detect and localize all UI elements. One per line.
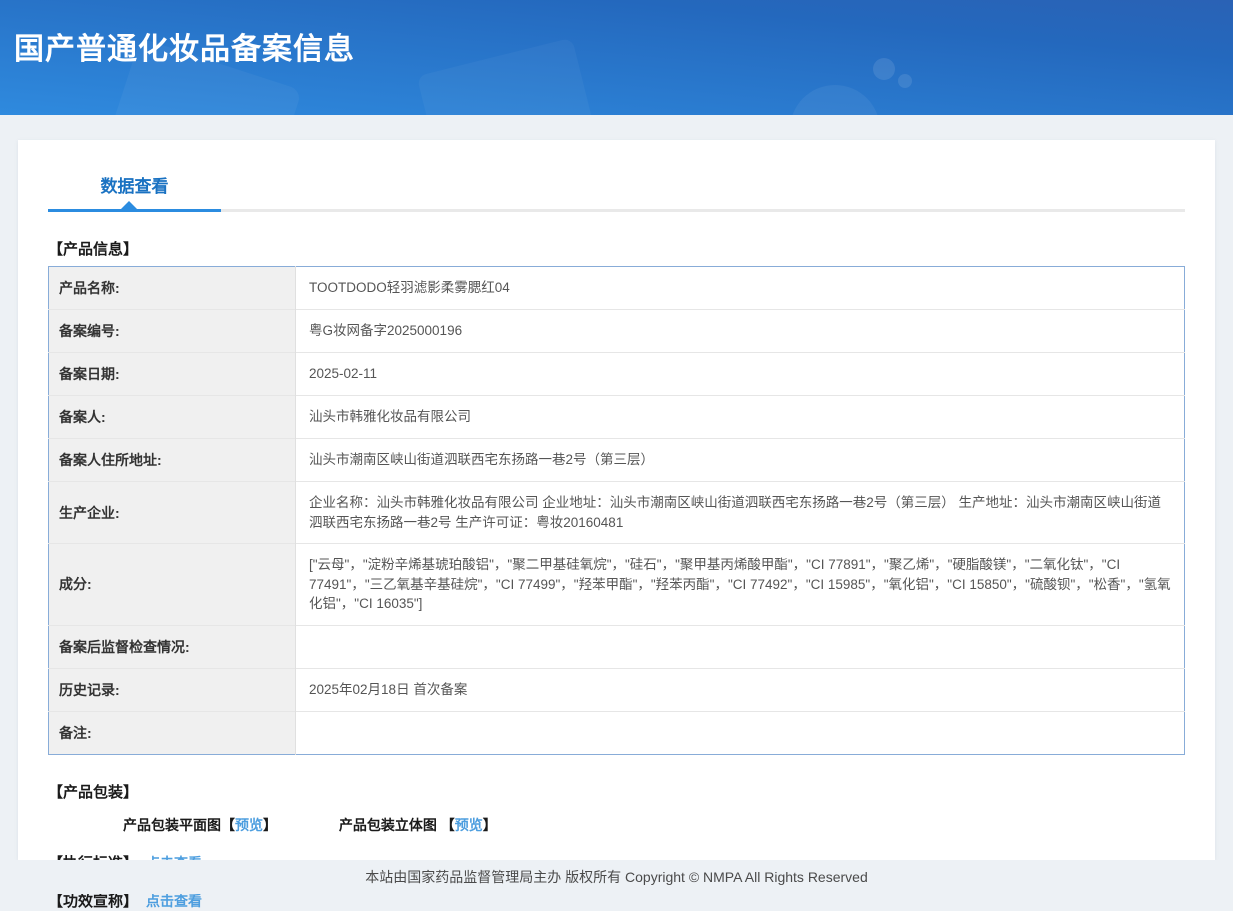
packaging-flat-label: 产品包装平面图 xyxy=(123,816,221,833)
table-row-registration-date: 备案日期: 2025-02-11 xyxy=(48,352,1185,396)
row-label: 产品名称: xyxy=(48,266,296,310)
packaging-links-row: 产品包装平面图【预览】 产品包装立体图 【预览】 xyxy=(48,815,1185,835)
row-value: 汕头市潮南区峡山街道泗联西宅东扬路一巷2号（第三层） xyxy=(309,452,655,468)
tab-active-notch-icon xyxy=(121,201,137,209)
row-label: 备注: xyxy=(48,711,296,755)
table-row-registrant: 备案人: 汕头市韩雅化妆品有限公司 xyxy=(48,395,1185,439)
bracket-open: 【 xyxy=(221,816,235,833)
bracket-close: 】 xyxy=(263,816,277,833)
row-value: 2025年02月18日 首次备案 xyxy=(309,682,468,698)
section-product-info-title: 【产品信息】 xyxy=(48,241,139,258)
row-label: 备案后监督检查情况: xyxy=(48,625,296,669)
table-row-registrant-address: 备案人住所地址: 汕头市潮南区峡山街道泗联西宅东扬路一巷2号（第三层） xyxy=(48,438,1185,482)
bracket-open: 【 xyxy=(440,816,455,833)
page-title: 国产普通化妆品备案信息 xyxy=(14,33,355,66)
table-row-manufacturer: 生产企业: 企业名称：汕头市韩雅化妆品有限公司 企业地址：汕头市潮南区峡山街道泗… xyxy=(48,481,1185,544)
row-value xyxy=(296,711,1185,754)
row-label: 生产企业: xyxy=(48,481,296,544)
packaging-stereo-item: 产品包装立体图 【预览】 xyxy=(339,815,497,835)
row-value xyxy=(296,625,1185,668)
page-footer: 本站由国家药品监督管理局主办 版权所有 Copyright © NMPA All… xyxy=(0,860,1233,894)
header-decoration-circle xyxy=(898,74,912,88)
row-label: 成分: xyxy=(48,543,296,626)
table-row-registration-number: 备案编号: 粤G妆网备字2025000196 xyxy=(48,309,1185,353)
bracket-close: 】 xyxy=(482,816,497,833)
row-label: 历史记录: xyxy=(48,668,296,712)
packaging-flat-preview-link[interactable]: 预览 xyxy=(235,817,263,833)
row-value: 2025-02-11 xyxy=(309,366,378,382)
row-value: TOOTDODO轻羽滤影柔雾腮红04 xyxy=(309,280,510,296)
efficacy-section-title: 【功效宣称】 xyxy=(48,892,139,910)
copyright-text: 本站由国家药品监督管理局主办 版权所有 Copyright © NMPA All… xyxy=(365,869,868,885)
row-label: 备案人住所地址: xyxy=(48,438,296,482)
packaging-stereo-preview-link[interactable]: 预览 xyxy=(455,817,483,833)
row-value: 汕头市韩雅化妆品有限公司 xyxy=(309,409,471,425)
row-value: 粤G妆网备字2025000196 xyxy=(309,323,463,339)
packaging-stereo-label: 产品包装立体图 xyxy=(338,816,441,833)
section-packaging-title: 【产品包装】 xyxy=(48,783,139,801)
row-value: ["云母"，"淀粉辛烯基琥珀酸铝"，"聚二甲基硅氧烷"，"硅石"，"聚甲基丙烯酸… xyxy=(309,557,1171,612)
content-card: 数据查看 【产品信息】 产品名称: TOOTDODO轻羽滤影柔雾腮红04 备案编… xyxy=(18,140,1215,910)
product-info-table: 产品名称: TOOTDODO轻羽滤影柔雾腮红04 备案编号: 粤G妆网备字202… xyxy=(48,266,1185,755)
tab-underline xyxy=(48,201,1185,212)
table-row-ingredients: 成分: ["云母"，"淀粉辛烯基琥珀酸铝"，"聚二甲基硅氧烷"，"硅石"，"聚甲… xyxy=(48,543,1185,626)
table-row-history: 历史记录: 2025年02月18日 首次备案 xyxy=(48,668,1185,712)
tab-active-indicator xyxy=(48,209,221,212)
page-header: 国产普通化妆品备案信息 xyxy=(0,0,1233,115)
row-label: 备案日期: xyxy=(48,352,296,396)
row-label: 备案人: xyxy=(48,395,296,439)
row-value: 企业名称：汕头市韩雅化妆品有限公司 企业地址：汕头市潮南区峡山街道泗联西宅东扬路… xyxy=(309,495,1162,530)
header-decoration-circle xyxy=(790,85,880,115)
row-label: 备案编号: xyxy=(48,309,296,353)
table-row-product-name: 产品名称: TOOTDODO轻羽滤影柔雾腮红04 xyxy=(48,266,1185,310)
table-row-remarks: 备注: xyxy=(48,711,1185,755)
packaging-flat-item: 产品包装平面图【预览】 xyxy=(123,815,277,835)
efficacy-view-link[interactable]: 点击查看 xyxy=(146,893,202,909)
table-row-supervision-check: 备案后监督检查情况: xyxy=(48,625,1185,669)
tab-bar: 数据查看 xyxy=(48,172,1185,209)
